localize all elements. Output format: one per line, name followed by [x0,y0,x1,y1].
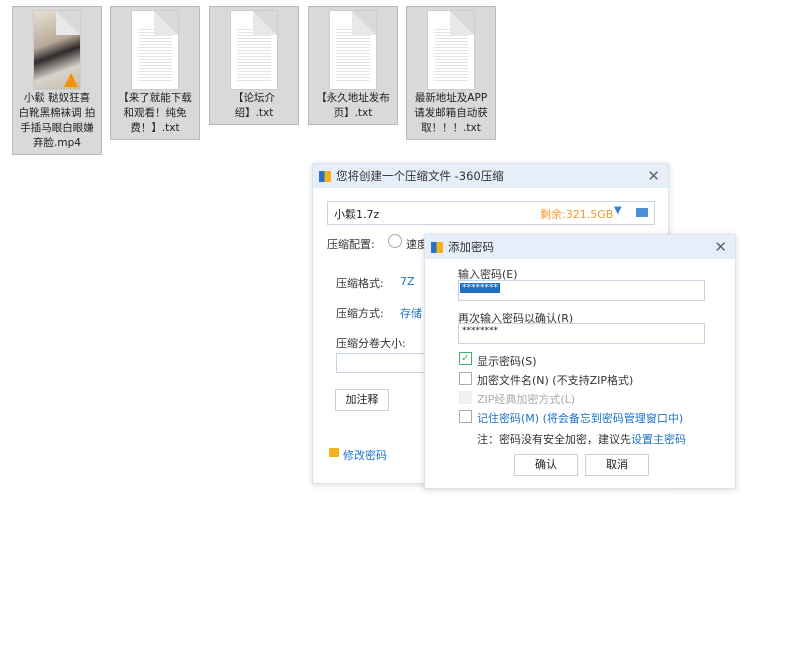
encrypt-names-checkbox[interactable] [459,372,472,385]
close-icon[interactable]: ✕ [714,238,727,256]
file-txt[interactable]: 最新地址及APP请发邮箱自动获取！！！.txt [406,6,496,140]
confirm-password-input[interactable]: ******** [458,323,705,344]
folder-icon[interactable] [636,208,648,217]
remember-password-checkbox[interactable] [459,410,472,423]
video-thumbnail [34,11,80,89]
cancel-button[interactable]: 取消 [585,454,649,476]
encrypt-names-label: 加密文件名(N) (不支持ZIP格式) [477,374,634,387]
show-password-checkbox[interactable]: ✓ [459,352,472,365]
show-password-label: 显示密码(S) [477,355,537,368]
remember-password-label[interactable]: 记住密码(M) (将会备忘到密码管理窗口中) [477,410,683,426]
text-file-icon [132,11,178,89]
dialog-title: 添加密码 [448,240,494,254]
close-icon[interactable]: ✕ [647,167,660,185]
format-label: 压缩格式: [336,277,384,290]
text-file-icon [330,11,376,89]
file-name: 最新地址及APP请发邮箱自动获取！！！.txt [414,92,488,134]
lock-icon [329,448,339,457]
file-txt[interactable]: 【来了就能下载和观看！纯免费！】.txt [110,6,200,140]
add-password-dialog: 添加密码 ✕ 输入密码(E) ******** 再次输入密码以确认(R) ***… [424,234,736,489]
text-file-icon [428,11,474,89]
confirm-button[interactable]: 确认 [514,454,578,476]
file-name: 【来了就能下载和观看！纯免费！】.txt [118,92,192,134]
split-size-input[interactable] [336,353,438,373]
filename-value: 小鬏1.7z [334,208,380,221]
file-name: 【永久地址发布页】.txt [316,92,390,119]
config-radio[interactable] [388,234,402,248]
dialog-title: 您将创建一个压缩文件 -360压缩 [336,169,504,183]
file-name: 小鬏 鞑奴狂喜 白靴黑棉袜调 拍手插马眼白眼嫌弃脸.mp4 [18,92,96,149]
method-label: 压缩方式: [336,307,384,320]
text-file-icon [231,11,277,89]
free-space: 剩余:321.5GB [540,208,614,221]
app-icon [431,241,443,253]
chevron-down-icon[interactable]: ▼ [614,205,622,216]
zip-classic-checkbox [459,391,472,404]
add-comment-button[interactable]: 加注释 [335,389,389,411]
vlc-icon [64,73,78,87]
file-video[interactable]: 小鬏 鞑奴狂喜 白靴黑棉袜调 拍手插马眼白眼嫌弃脸.mp4 [12,6,102,155]
password-input[interactable]: ******** [458,280,705,301]
app-icon [319,170,331,182]
security-note: 注：密码没有安全加密，建议先 [477,433,631,446]
file-txt[interactable]: 【永久地址发布页】.txt [308,6,398,125]
change-password-link[interactable]: 修改密码 [343,447,387,463]
set-master-password-link[interactable]: 设置主密码 [631,433,686,446]
file-name: 【论坛介绍】.txt [233,92,275,119]
file-txt[interactable]: 【论坛介绍】.txt [209,6,299,125]
format-value[interactable]: 7Z [400,275,415,288]
config-label: 压缩配置: [327,238,375,251]
filename-field[interactable]: 小鬏1.7z 剩余:321.5GB ▼ [327,201,655,225]
split-label: 压缩分卷大小: [336,337,406,350]
method-value[interactable]: 存储 [400,305,422,321]
zip-classic-label: ZIP经典加密方式(L) [477,393,576,406]
